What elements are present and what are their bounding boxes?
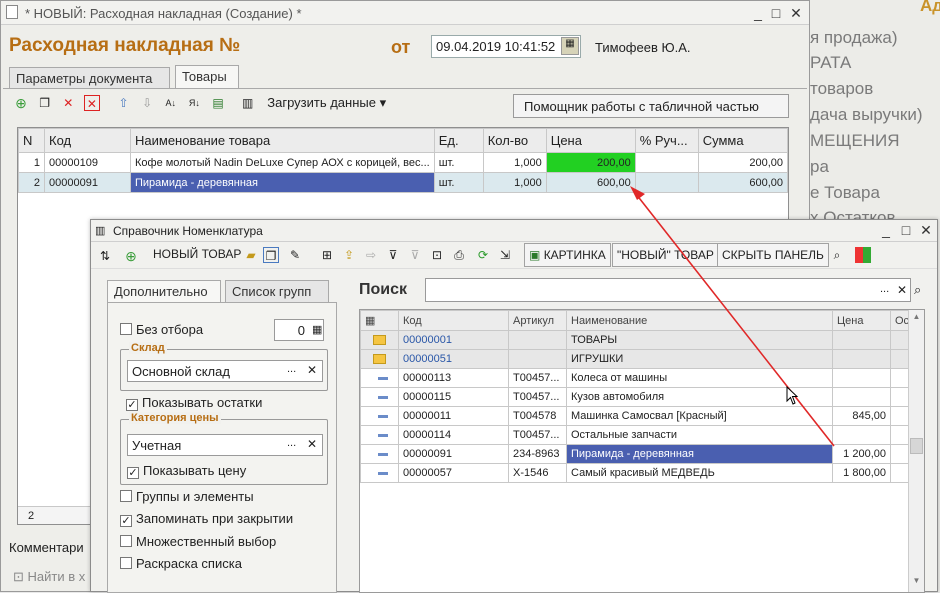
arrow-line (635, 193, 835, 447)
arrow-head (630, 186, 645, 200)
mouse-cursor-icon (786, 386, 799, 405)
annotation-arrow (630, 186, 835, 447)
